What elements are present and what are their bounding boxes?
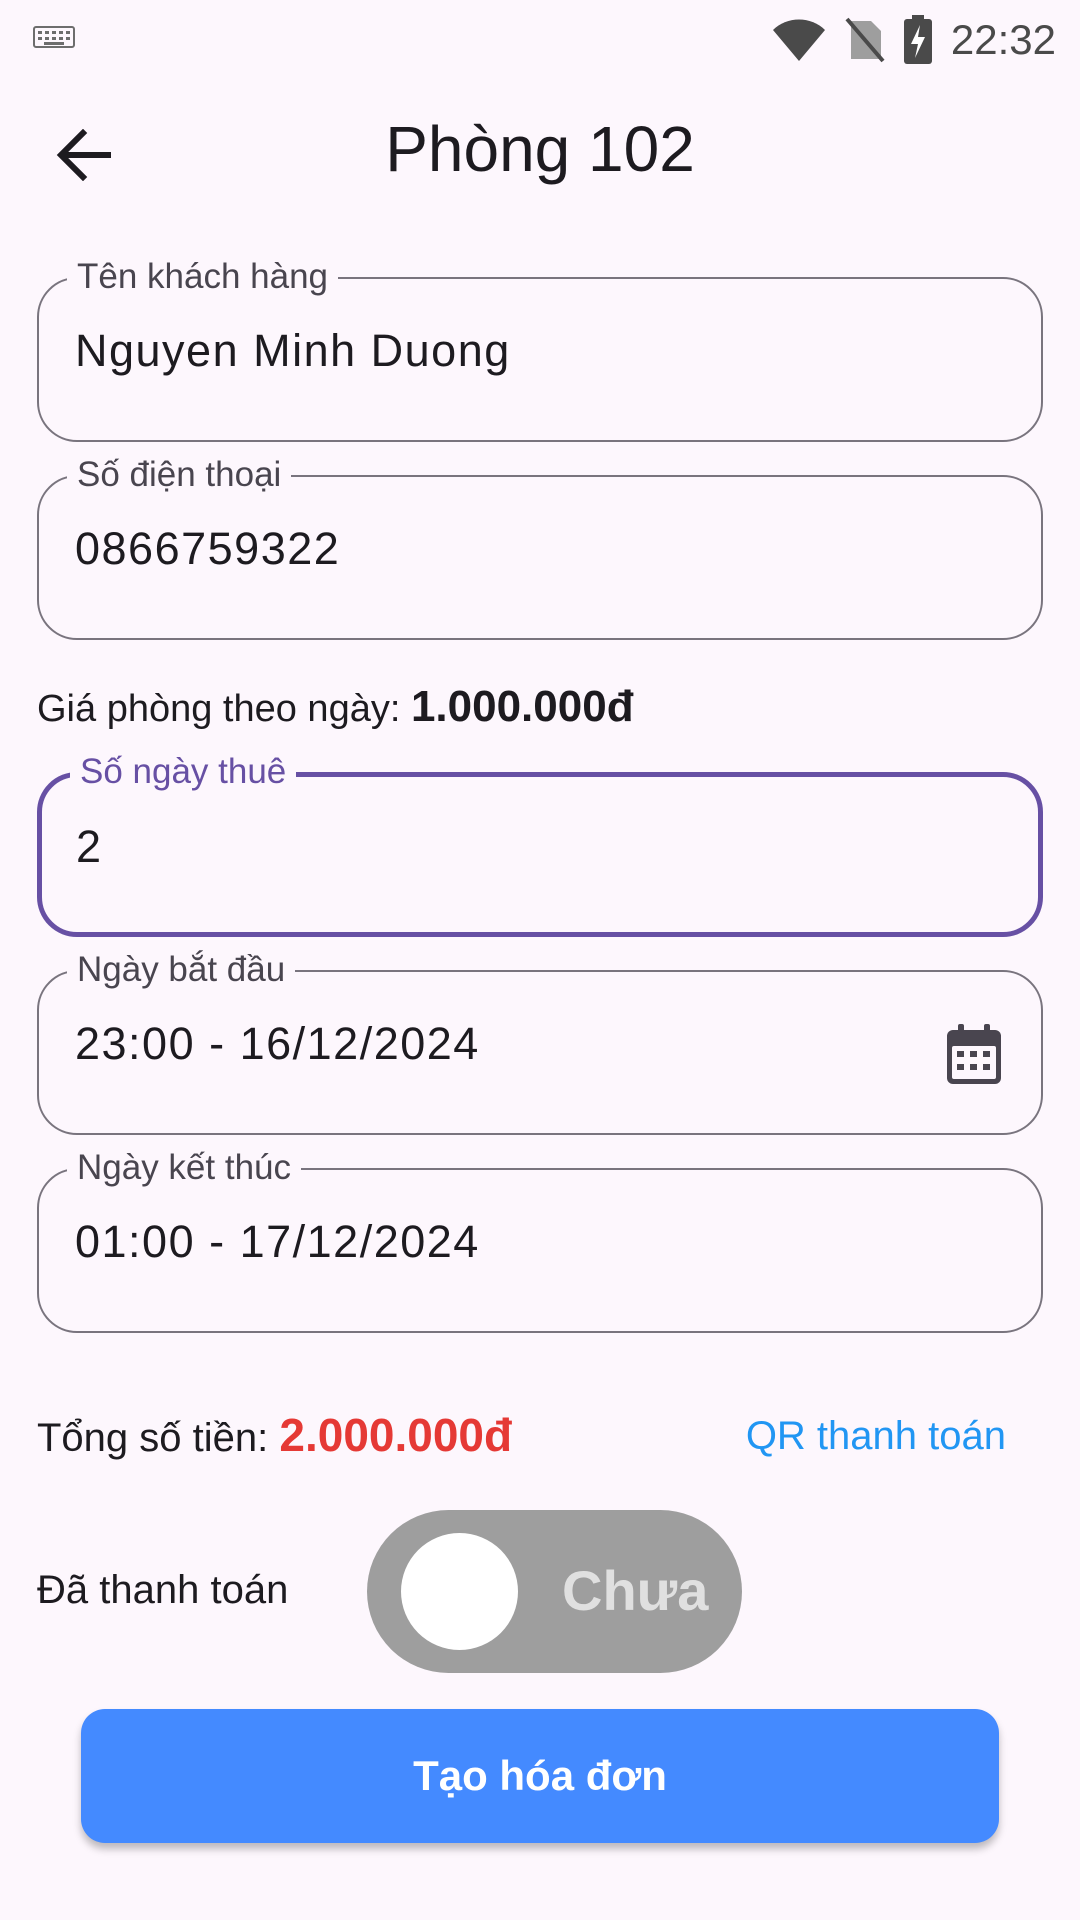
battery-charging-icon [903,15,932,64]
paid-toggle[interactable]: Chưa [367,1510,742,1673]
keyboard-icon [33,26,75,48]
phone-input[interactable]: 0866759322 [75,523,895,575]
paid-label: Đã thanh toán [37,1568,289,1612]
app-bar: Phòng 102 [0,100,1080,210]
start-date-field[interactable]: Ngày bắt đầu 23:00 - 16/12/2024 [37,946,1043,1135]
end-date-label: Ngày kết thúc [67,1144,301,1192]
calendar-icon [947,1024,1001,1084]
calendar-button[interactable] [945,1024,1003,1086]
start-date-input[interactable]: 23:00 - 16/12/2024 [75,1018,895,1070]
total-label: Tổng số tiền: [37,1416,280,1460]
status-bar: 22:32 [0,0,1080,80]
qr-payment-link[interactable]: QR thanh toán [746,1414,1006,1459]
toggle-status-text: Chưa [562,1559,709,1622]
customer-name-label: Tên khách hàng [67,253,339,301]
toggle-knob [401,1533,518,1650]
status-icons: 22:32 [771,10,1056,70]
create-invoice-button[interactable]: Tạo hóa đơn [81,1709,999,1843]
rental-days-label: Số ngày thuê [70,748,297,796]
customer-name-input[interactable]: Nguyen Minh Duong [75,325,895,377]
wifi-icon [772,19,825,61]
rental-days-field[interactable]: Số ngày thuê 2 [37,748,1043,937]
status-time: 22:32 [950,16,1056,63]
customer-name-field[interactable]: Tên khách hàng Nguyen Minh Duong [37,253,1043,442]
daily-price-value: 1.000.000đ [410,682,634,731]
total-amount: 2.000.000đ [279,1409,513,1461]
end-date-field[interactable]: Ngày kết thúc 01:00 - 17/12/2024 [37,1144,1043,1333]
phone-label: Số điện thoại [67,451,292,499]
page-title: Phòng 102 [385,113,695,185]
daily-price-label: Giá phòng theo ngày: [37,688,411,730]
total-amount-row: Tổng số tiền: 2.000.000đ [37,1408,512,1462]
no-sim-icon [845,17,885,63]
start-date-label: Ngày bắt đầu [67,946,296,994]
end-date-input[interactable]: 01:00 - 17/12/2024 [75,1216,895,1268]
rental-days-input[interactable]: 2 [76,821,896,873]
daily-price: Giá phòng theo ngày: 1.000.000đ [37,682,634,732]
phone-field[interactable]: Số điện thoại 0866759322 [37,451,1043,640]
